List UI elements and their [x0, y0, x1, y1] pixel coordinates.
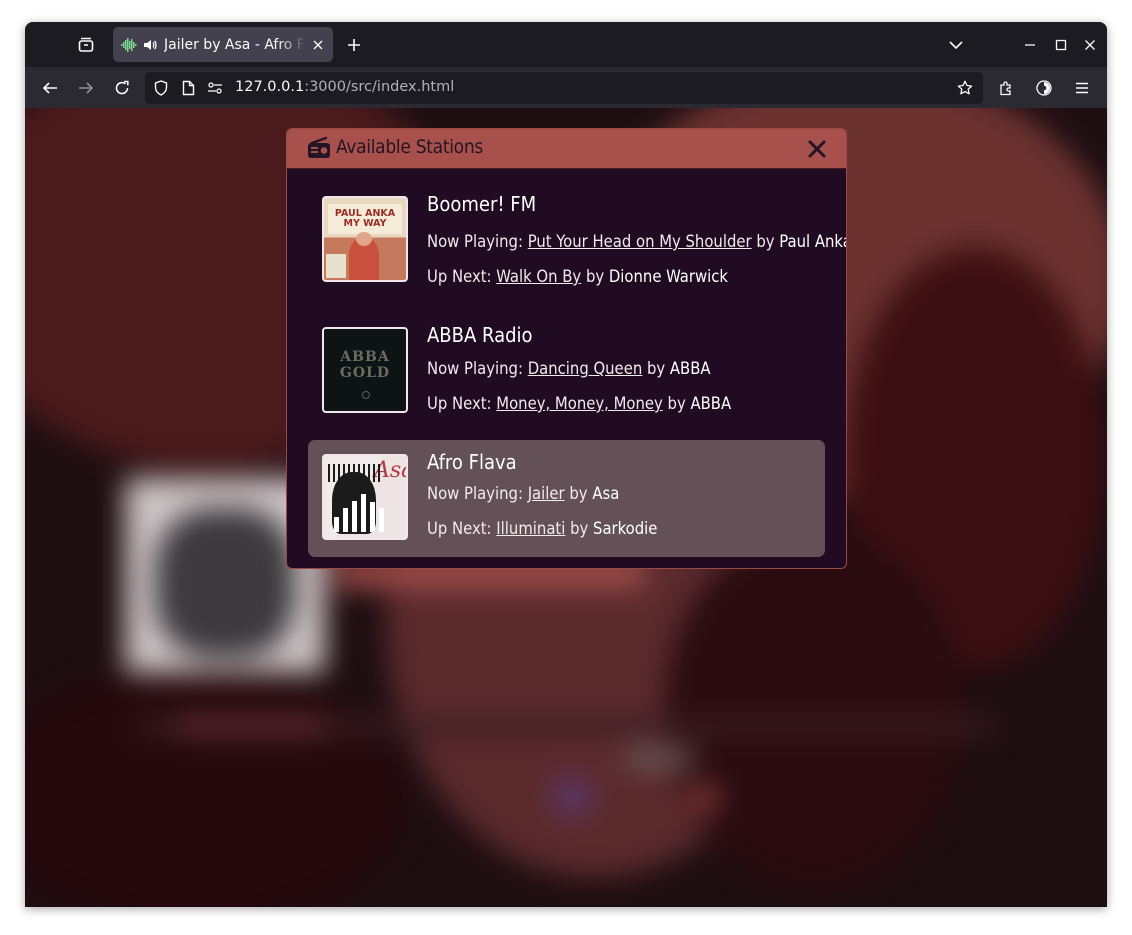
- close-icon[interactable]: [310, 37, 326, 53]
- up-next-label: Up Next:: [427, 519, 492, 538]
- now-playing-song-link[interactable]: Dancing Queen: [528, 359, 643, 378]
- equalizer-icon: [334, 494, 384, 532]
- now-playing-label: Now Playing:: [427, 484, 523, 503]
- by-label: by: [569, 484, 588, 503]
- equalizer-bar: [370, 502, 375, 532]
- active-tab[interactable]: Jailer by Asa - Afro Flava: [113, 27, 333, 62]
- up-next-artist: Dionne Warwick: [608, 267, 729, 286]
- station-item-abba-radio[interactable]: ABBA GOLD ABBA Radio Now Playing: Dancin…: [308, 313, 825, 430]
- close-icon[interactable]: [806, 138, 828, 160]
- up-next-song-link[interactable]: Illuminati: [496, 519, 565, 538]
- up-next-song-link[interactable]: Money, Money, Money: [496, 394, 663, 413]
- now-playing-artist: Paul Anka: [779, 232, 847, 251]
- equalizer-bar: [352, 501, 357, 532]
- forward-icon[interactable]: [74, 76, 98, 100]
- station-item-afro-flava[interactable]: Asa Afro Flava Now Playing: Jail: [308, 440, 825, 557]
- by-label: by: [667, 394, 686, 413]
- by-label: by: [646, 359, 666, 378]
- now-playing-label: Now Playing:: [427, 359, 523, 378]
- up-next-artist: Sarkodie: [593, 519, 658, 538]
- up-next-label: Up Next:: [427, 267, 492, 286]
- reload-icon[interactable]: [110, 76, 134, 100]
- page-icon[interactable]: [180, 80, 196, 96]
- back-icon[interactable]: [38, 76, 62, 100]
- tab-strip: Jailer by Asa - Afro Flava: [25, 22, 1107, 67]
- now-playing-line: Now Playing: Dancing Queen by ABBA: [427, 359, 711, 378]
- tab-title: Jailer by Asa - Afro Flava: [164, 36, 306, 53]
- navigation-bar: 127.0.0.1:3000/src/index.html: [25, 67, 1107, 109]
- menu-icon[interactable]: [1070, 76, 1094, 100]
- star-icon[interactable]: [957, 80, 973, 96]
- page-content: Available Stations PAUL ANKA MY WAY Boom…: [25, 108, 1107, 907]
- modal-header: Available Stations: [287, 129, 846, 169]
- stations-modal: Available Stations PAUL ANKA MY WAY Boom…: [286, 128, 847, 569]
- speaker-icon[interactable]: [143, 38, 157, 52]
- modal-title: Available Stations: [336, 136, 483, 158]
- up-next-artist: ABBA: [690, 394, 732, 413]
- station-item-boomer-fm[interactable]: PAUL ANKA MY WAY Boomer! FM Now Playing:…: [308, 182, 846, 299]
- album-art: ABBA GOLD: [322, 327, 408, 413]
- now-playing-line: Now Playing: Put Your Head on My Shoulde…: [427, 232, 847, 251]
- up-next-line: Up Next: Walk On By by Dionne Warwick: [427, 267, 728, 286]
- now-playing-song-link[interactable]: Put Your Head on My Shoulder: [528, 232, 752, 251]
- up-next-song-link[interactable]: Walk On By: [496, 267, 581, 286]
- collections-icon[interactable]: [73, 32, 99, 58]
- now-playing-line: Now Playing: Jailer by Asa: [427, 484, 619, 503]
- now-playing-artist: Asa: [592, 484, 620, 503]
- album-art: PAUL ANKA MY WAY: [322, 196, 408, 282]
- equalizer-bar: [334, 517, 339, 532]
- up-next-line: Up Next: Illuminati by Sarkodie: [427, 519, 657, 538]
- radio-icon: [306, 135, 332, 161]
- album-art: Asa: [322, 454, 408, 540]
- by-label: by: [585, 267, 605, 286]
- by-label: by: [756, 232, 775, 251]
- album-art-text: PAUL ANKA MY WAY: [334, 208, 396, 229]
- up-next-label: Up Next:: [427, 394, 492, 413]
- now-playing-song-link[interactable]: Jailer: [528, 484, 565, 503]
- now-playing-label: Now Playing:: [427, 232, 523, 251]
- window-close-icon[interactable]: [1081, 36, 1099, 54]
- chevron-down-icon[interactable]: [947, 36, 965, 54]
- up-next-line: Up Next: Money, Money, Money by ABBA: [427, 394, 731, 413]
- waveform-favicon-icon: [121, 37, 137, 53]
- browser-window: Jailer by Asa - Afro Flava: [25, 22, 1107, 907]
- maximize-icon[interactable]: [1052, 36, 1070, 54]
- permissions-icon[interactable]: [207, 80, 223, 96]
- by-label: by: [570, 519, 589, 538]
- shield-icon[interactable]: [153, 80, 169, 96]
- url-text: 127.0.0.1:3000/src/index.html: [235, 79, 455, 95]
- plus-icon[interactable]: [343, 34, 365, 56]
- minimize-icon[interactable]: [1021, 36, 1039, 54]
- account-icon[interactable]: [1032, 76, 1056, 100]
- equalizer-bar: [379, 508, 384, 532]
- equalizer-bar: [343, 508, 348, 532]
- url-bar[interactable]: 127.0.0.1:3000/src/index.html: [145, 72, 983, 104]
- now-playing-artist: ABBA: [669, 359, 711, 378]
- station-name: Afro Flava: [427, 450, 517, 474]
- album-art-text: ABBA GOLD: [339, 349, 391, 381]
- equalizer-bar: [361, 494, 366, 532]
- station-name: ABBA Radio: [427, 323, 533, 347]
- extensions-icon[interactable]: [994, 76, 1018, 100]
- station-name: Boomer! FM: [427, 192, 537, 216]
